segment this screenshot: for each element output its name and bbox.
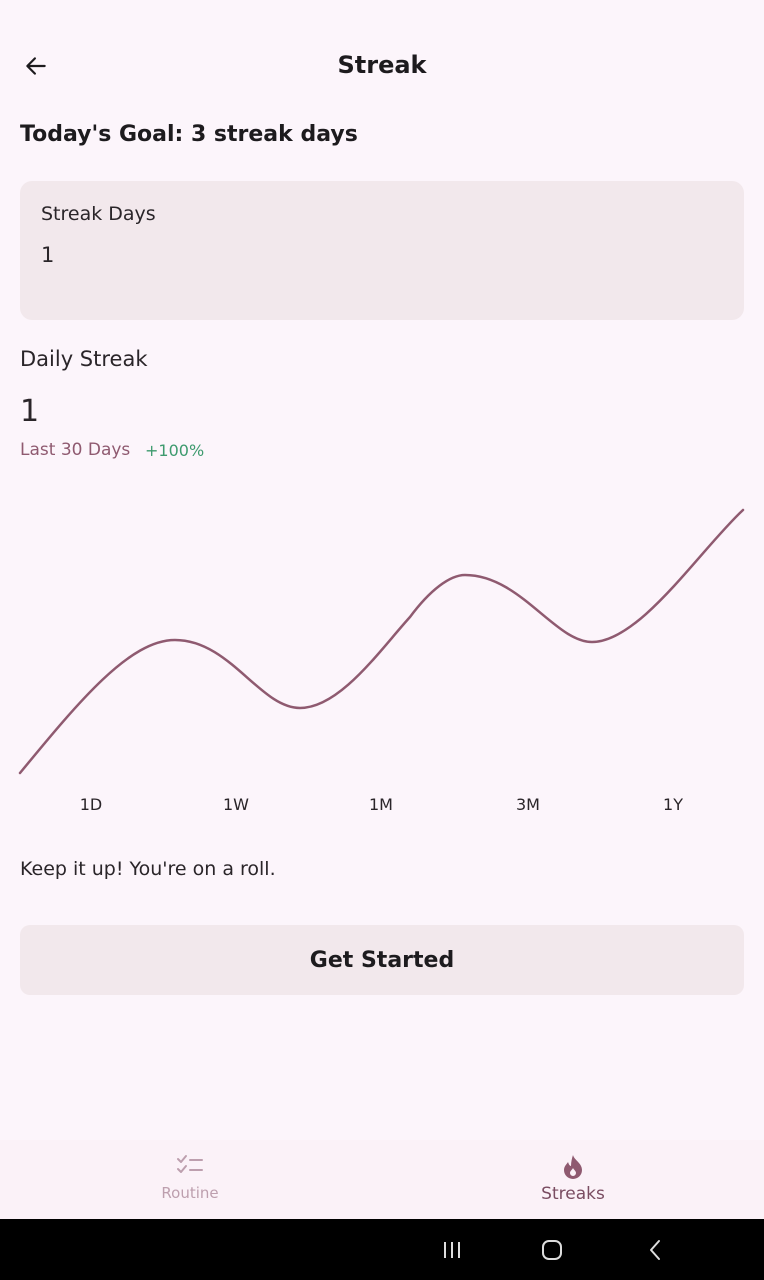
status-bar	[0, 0, 764, 32]
system-back-button[interactable]	[640, 1237, 670, 1263]
period-label: Last 30 Days	[20, 440, 131, 460]
streak-days-value: 1	[41, 243, 55, 267]
nav-item-routine[interactable]: Routine	[90, 1154, 290, 1210]
streak-line-chart	[18, 508, 745, 775]
checklist-icon	[177, 1155, 203, 1173]
home-icon	[542, 1240, 562, 1260]
x-tick-label: 1Y	[663, 795, 683, 814]
nav-label-routine: Routine	[161, 1184, 219, 1202]
x-axis-ticks: 1D 1W 1M 3M 1Y	[0, 795, 764, 819]
page-title: Streak	[337, 51, 427, 79]
x-tick-label: 1M	[369, 795, 393, 814]
get-started-button[interactable]: Get Started	[20, 925, 744, 995]
encouragement-message: Keep it up! You're on a roll.	[20, 858, 276, 880]
streak-days-card: Streak Days 1	[20, 181, 744, 320]
nav-item-streaks[interactable]: Streaks	[473, 1154, 673, 1210]
chart-series-line	[18, 508, 745, 775]
system-navigation-bar	[0, 1219, 764, 1280]
streak-days-label: Streak Days	[41, 203, 156, 225]
change-percent: +100%	[145, 441, 205, 460]
back-icon	[650, 1240, 660, 1260]
x-tick-label: 1D	[79, 795, 103, 814]
flame-icon	[564, 1155, 582, 1179]
nav-label-streaks: Streaks	[541, 1184, 605, 1204]
todays-goal: Today's Goal: 3 streak days	[20, 122, 358, 147]
recents-icon	[444, 1242, 460, 1258]
daily-streak-label: Daily Streak	[20, 347, 148, 371]
recents-button[interactable]	[437, 1237, 467, 1263]
bottom-navigation: Routine Streaks	[0, 1140, 764, 1219]
home-button[interactable]	[537, 1237, 567, 1263]
app-bar: Streak	[0, 32, 764, 98]
x-tick-label: 3M	[516, 795, 540, 814]
x-tick-label: 1W	[223, 795, 249, 814]
daily-streak-value: 1	[20, 394, 40, 429]
